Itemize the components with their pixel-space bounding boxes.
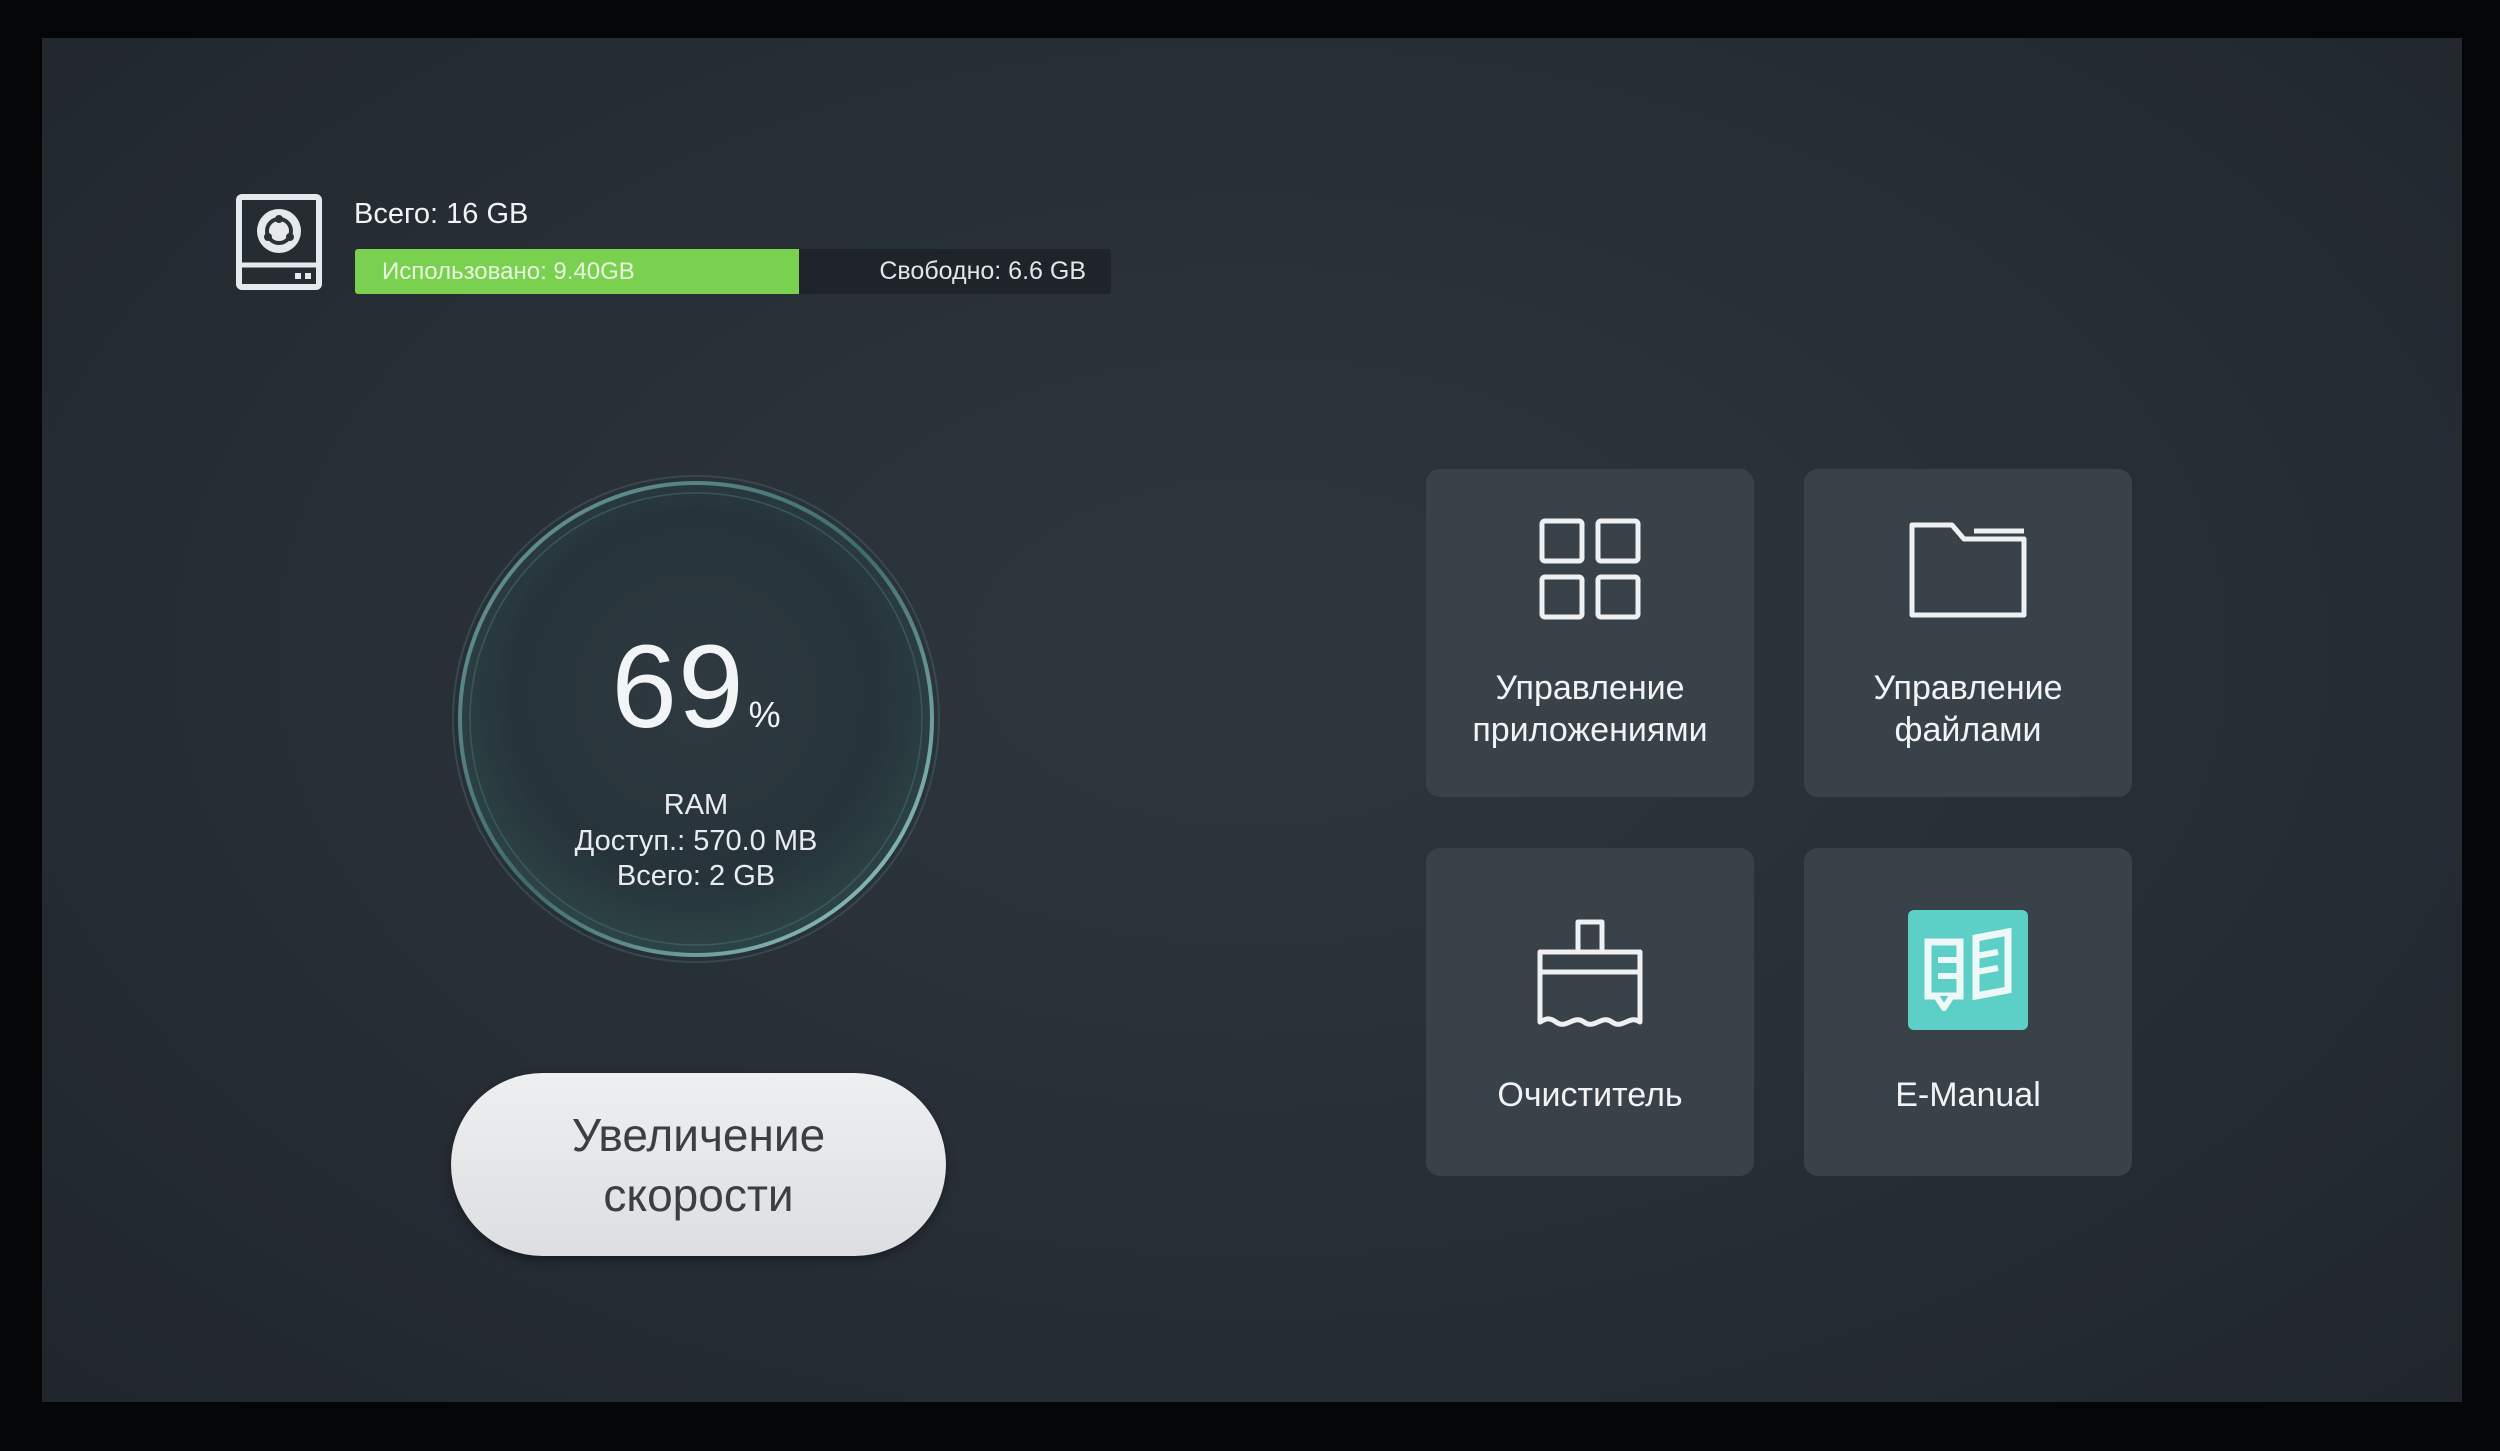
storage-free-label: Свободно: 6.6 GB — [879, 257, 1086, 285]
grid-icon — [1426, 517, 1754, 621]
file-management-tile[interactable]: Управление файлами — [1804, 469, 2132, 797]
speed-up-button-label: Увеличение скорости — [571, 1108, 826, 1221]
storage-drive-icon — [235, 193, 323, 293]
book-icon — [1804, 908, 2132, 1032]
brush-icon — [1426, 916, 1754, 1034]
storage-used-label: Использовано: 9.40GB — [382, 258, 635, 285]
system-manager-screen: Всего: 16 GB Использовано: 9.40GB Свобод… — [42, 38, 2462, 1402]
folder-icon — [1804, 519, 2132, 619]
cleaner-tile[interactable]: Очиститель — [1426, 848, 1754, 1176]
ram-label: RAM — [663, 789, 729, 821]
file-management-label: Управление файлами — [1873, 669, 2063, 749]
ram-percent-value: 69% — [446, 619, 946, 755]
storage-total-label: Всего: 16 GB — [354, 198, 529, 230]
speed-up-button[interactable]: Увеличение скорости — [451, 1073, 946, 1256]
app-management-label: Управление приложениями — [1472, 669, 1708, 749]
cleaner-label: Очиститель — [1497, 1076, 1683, 1114]
ram-total-label: Всего: 2 GB — [616, 860, 776, 892]
app-management-tile[interactable]: Управление приложениями — [1426, 469, 1754, 797]
ram-available-label: Доступ.: 570.0 MB — [574, 825, 818, 857]
e-manual-tile[interactable]: E-Manual — [1804, 848, 2132, 1176]
e-manual-label: E-Manual — [1895, 1076, 2041, 1114]
storage-usage-bar: Использовано: 9.40GB Свободно: 6.6 GB — [355, 249, 1111, 294]
ram-usage-gauge: 69% RAM Доступ.: 570.0 MB Всего: 2 GB — [446, 469, 946, 969]
ram-percent-number: 69 — [611, 621, 745, 753]
ram-percent-unit: % — [748, 694, 781, 735]
